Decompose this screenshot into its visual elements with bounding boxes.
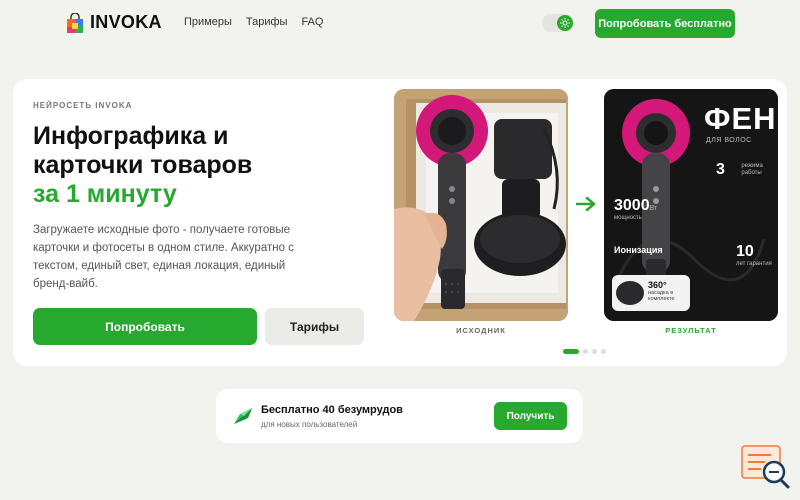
get-bonus-button[interactable]: Получить: [494, 402, 567, 430]
hero-card: НЕЙРОСЕТЬ INVOKA Инфографика и карточки …: [13, 79, 787, 366]
hero-title: Инфографика и карточки товаров за 1 мину…: [33, 122, 252, 209]
promo-banner: Бесплатно 40 безумрудов для новых пользо…: [216, 389, 583, 443]
source-image[interactable]: [394, 89, 568, 321]
feature-nozzle: 360° насадка в комплекте: [648, 280, 675, 302]
logo-text: INVOKA: [90, 12, 162, 32]
header: INVOKA Примеры Тарифы FAQ Попробовать бе…: [0, 0, 800, 46]
sun-icon: [557, 15, 573, 31]
logo-bag-icon: [66, 11, 84, 33]
result-subtitle: ДЛЯ ВОЛОС: [706, 137, 752, 144]
source-caption: ИСХОДНИК: [456, 326, 506, 335]
hero-eyebrow: НЕЙРОСЕТЬ INVOKA: [33, 101, 133, 110]
main-nav: Примеры Тарифы FAQ: [184, 16, 323, 28]
carousel-dots: [563, 349, 606, 354]
try-button[interactable]: Попробовать: [33, 308, 257, 345]
carousel-dot[interactable]: [563, 349, 579, 354]
search-widget-icon[interactable]: [741, 444, 791, 490]
promo-subtitle: для новых пользователей: [261, 420, 358, 429]
emerald-icon: [232, 406, 254, 431]
nav-pricing[interactable]: Тарифы: [246, 16, 288, 28]
pricing-button[interactable]: Тарифы: [265, 308, 364, 345]
result-image[interactable]: ФЕН ДЛЯ ВОЛОС 3 режима работы 3000Вт мощ…: [604, 89, 778, 321]
feature-modes: 3 режима работы: [716, 161, 763, 178]
result-caption: РЕЗУЛЬТАТ: [665, 326, 717, 335]
nav-faq[interactable]: FAQ: [301, 16, 323, 28]
carousel-dot[interactable]: [583, 349, 588, 354]
nav-examples[interactable]: Примеры: [184, 16, 232, 28]
hero-description: Загружаете исходные фото - получаете гот…: [33, 224, 294, 290]
hero-title-line1: Инфографика и: [33, 122, 229, 150]
result-title: ФЕН: [704, 101, 777, 136]
promo-title: Бесплатно 40 безумрудов: [261, 404, 403, 416]
carousel-dot[interactable]: [601, 349, 606, 354]
carousel-dot[interactable]: [592, 349, 597, 354]
feature-ionization: Ионизация: [614, 245, 663, 255]
theme-toggle[interactable]: [542, 14, 574, 32]
arrow-right-icon: [575, 196, 596, 216]
logo[interactable]: INVOKA: [66, 11, 162, 33]
hero-title-accent: за 1 минуту: [33, 180, 177, 208]
feature-power: 3000Вт мощность: [614, 197, 658, 221]
try-free-button[interactable]: Попробовать бесплатно: [595, 9, 735, 38]
feature-warranty: 10 лет гарантия: [736, 243, 772, 267]
hero-title-line2: карточки товаров: [33, 151, 253, 179]
